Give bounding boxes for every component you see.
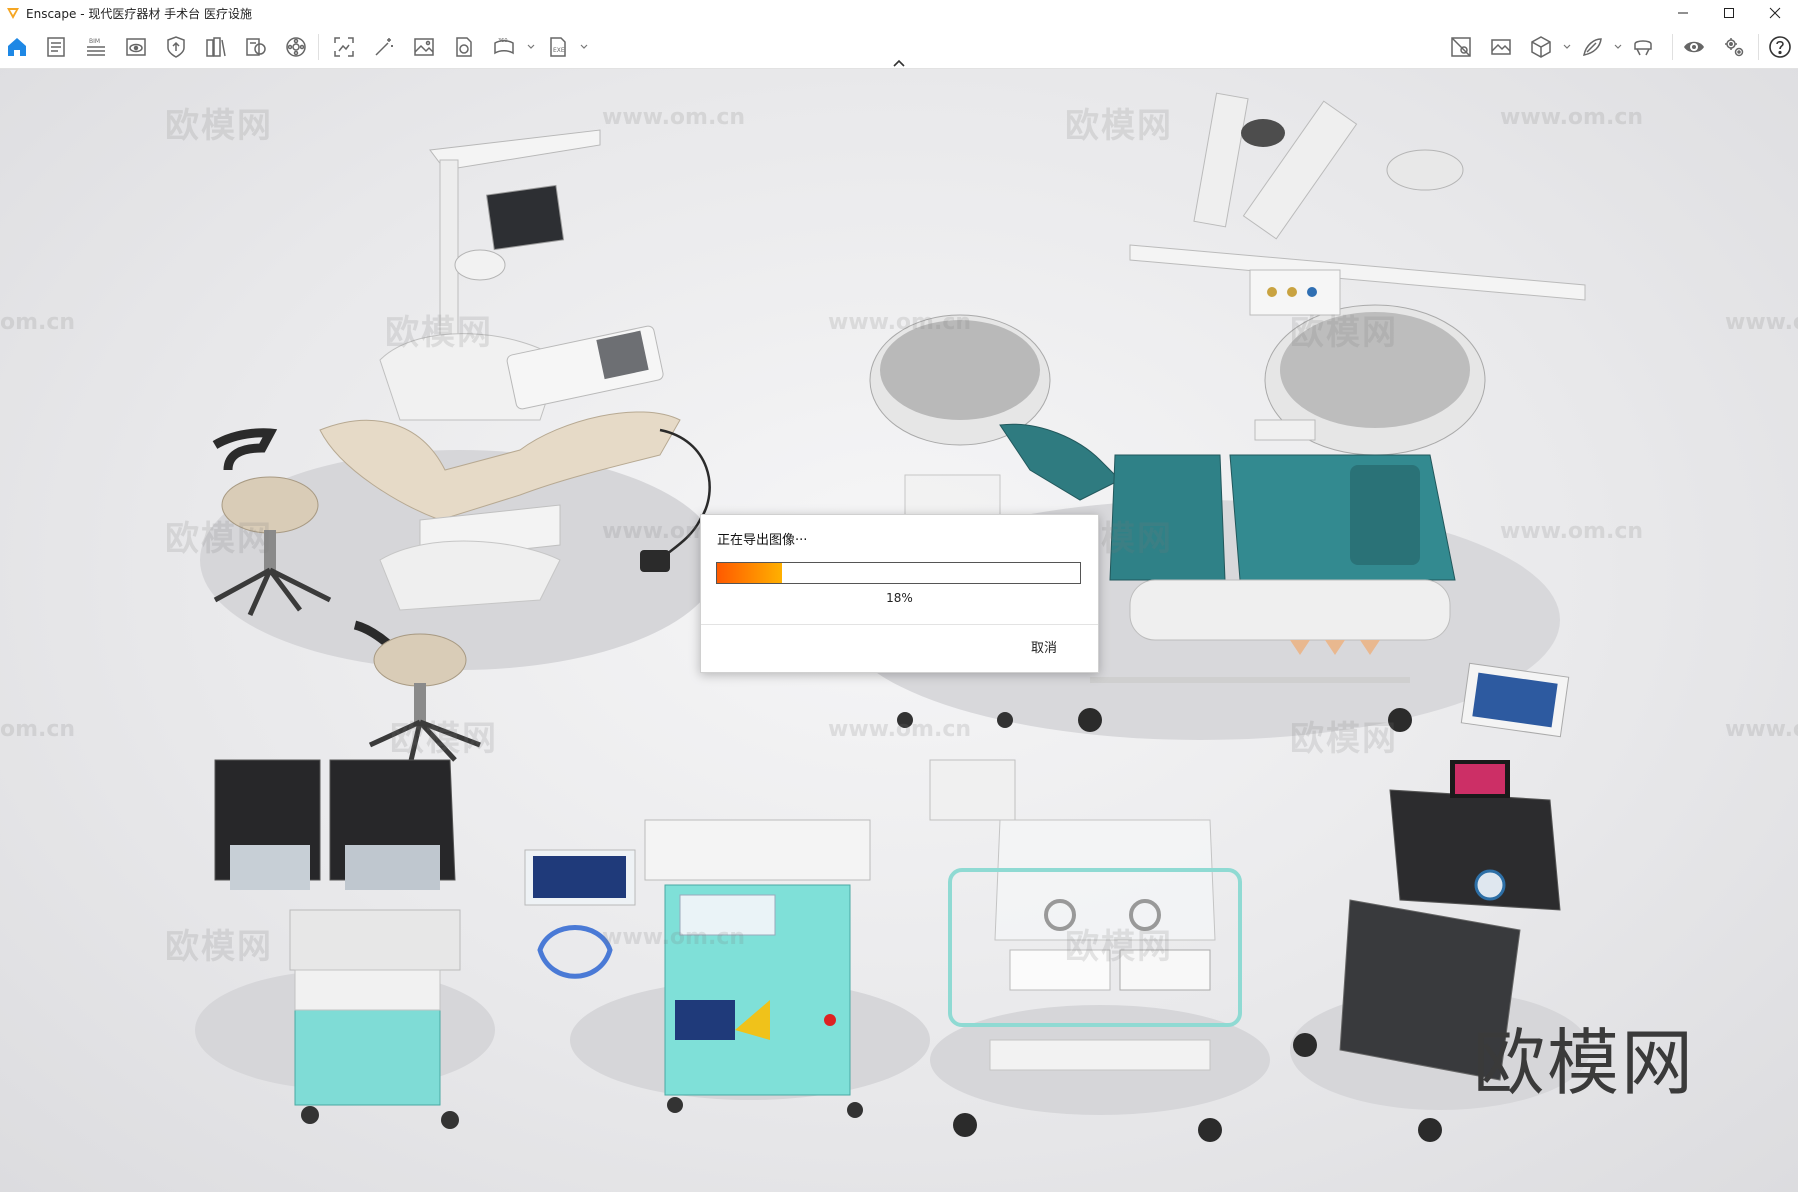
progress-percent: 18%: [886, 591, 913, 605]
watermark-url: om.cn: [0, 717, 76, 742]
enscape-logo-icon: [7, 8, 19, 19]
minimize-button[interactable]: [1660, 0, 1706, 26]
video-button[interactable]: [450, 33, 478, 61]
watermark-url: www.om.cn: [1500, 105, 1644, 130]
cube-dropdown-chevron-icon[interactable]: [1562, 42, 1572, 52]
dialog-divider: [701, 624, 1098, 625]
help-button[interactable]: [1766, 33, 1794, 61]
magic-wand-icon: [375, 38, 393, 56]
watermark-url: www.om.cn: [828, 310, 972, 335]
panorama-360-icon: 360: [494, 38, 514, 55]
views-button[interactable]: [122, 33, 150, 61]
progress-fill: [717, 563, 783, 583]
settings-wheel-button[interactable]: [282, 33, 310, 61]
export-button[interactable]: EXE: [544, 33, 572, 61]
close-button[interactable]: [1752, 0, 1798, 26]
watermark-url: www.om.cn: [1500, 519, 1644, 544]
image-icon: [414, 38, 434, 56]
watermark-url: www.o: [1725, 310, 1798, 335]
cube-icon: [1531, 36, 1551, 58]
map-icon: [1451, 37, 1471, 57]
eye-icon: [1684, 41, 1704, 53]
gallery-icon: [1491, 39, 1511, 55]
vr-headset-icon: [1634, 40, 1652, 56]
export-icon: EXE: [550, 37, 566, 57]
maximize-button[interactable]: [1706, 0, 1752, 26]
svg-text:BIM: BIM: [89, 38, 100, 45]
library-icon: [206, 37, 226, 57]
screenshot-icon: [334, 37, 354, 57]
gallery-button[interactable]: [1487, 33, 1515, 61]
watermark-url: www.om.cn: [828, 717, 972, 742]
minimize-icon: [1678, 12, 1688, 14]
library-button[interactable]: [202, 33, 230, 61]
window-title: Enscape - 现代医疗器材 手术台 医疗设施: [26, 6, 252, 21]
watermark-url: www.om.cn: [602, 925, 746, 950]
views-icon: [126, 38, 146, 56]
watermark: 欧模网: [165, 927, 273, 967]
watermark: 欧模网: [1290, 719, 1398, 759]
material-button[interactable]: [242, 33, 270, 61]
upload-icon: [167, 36, 185, 58]
export-progress-bar: [716, 562, 1081, 584]
panorama-dropdown-chevron-icon[interactable]: [526, 42, 536, 52]
material-icon: [246, 38, 266, 56]
panorama-360-button[interactable]: 360: [490, 33, 518, 61]
watermark: 欧模网: [390, 719, 498, 759]
home-button[interactable]: [3, 33, 31, 61]
gears-icon: [1725, 38, 1744, 57]
sketch-icon: [1583, 38, 1602, 56]
maximize-icon: [1724, 8, 1734, 18]
upload-button[interactable]: [162, 33, 190, 61]
notes-button[interactable]: [42, 33, 70, 61]
export-progress-dialog: 正在导出图像··· 18% 取消: [700, 514, 1099, 673]
magic-wand-button[interactable]: [370, 33, 398, 61]
toolbar-divider-help: [1758, 34, 1759, 60]
svg-text:EXE: EXE: [553, 47, 565, 54]
corner-watermark: 欧模网: [1473, 1021, 1696, 1105]
eye-button[interactable]: [1680, 33, 1708, 61]
vr-headset-button[interactable]: [1629, 33, 1657, 61]
collapse-toolbar-chevron-icon[interactable]: [891, 58, 907, 68]
help-icon: [1769, 36, 1791, 58]
watermark: 欧模网: [1290, 313, 1398, 353]
notes-icon: [47, 37, 65, 57]
settings-wheel-icon: [286, 37, 306, 57]
watermark-url: www.om.cn: [602, 105, 746, 130]
watermark: 欧模网: [385, 313, 493, 353]
bim-icon: BIM: [87, 38, 105, 56]
sketch-dropdown-chevron-icon[interactable]: [1613, 42, 1623, 52]
watermark: 欧模网: [165, 106, 273, 146]
bim-button[interactable]: BIM: [82, 33, 110, 61]
video-icon: [456, 37, 472, 57]
watermark: 欧模网: [1065, 106, 1173, 146]
image-button[interactable]: [410, 33, 438, 61]
gears-button[interactable]: [1720, 33, 1748, 61]
screenshot-button[interactable]: [330, 33, 358, 61]
window-controls: [1660, 0, 1798, 26]
sketch-button[interactable]: [1578, 33, 1606, 61]
watermark-url: www.o: [1725, 717, 1798, 742]
watermark: 欧模网: [1065, 927, 1173, 967]
toolbar-divider: [318, 34, 319, 60]
toolbar-divider-right: [1672, 34, 1673, 60]
watermark: 欧模网: [165, 519, 273, 559]
home-icon: [8, 38, 26, 56]
map-button[interactable]: [1447, 33, 1475, 61]
dialog-title: 正在导出图像···: [717, 533, 808, 548]
watermark-url: om.cn: [0, 310, 76, 335]
cube-button[interactable]: [1527, 33, 1555, 61]
export-dropdown-chevron-icon[interactable]: [579, 42, 589, 52]
svg-text:360: 360: [498, 38, 508, 44]
cancel-button[interactable]: 取消: [1031, 637, 1057, 656]
surgical-lights: [869, 92, 1586, 456]
title-bar: Enscape - 现代医疗器材 手术台 医疗设施: [0, 0, 1798, 26]
close-icon: [1769, 7, 1781, 19]
anesthesia-machine: [524, 819, 871, 1118]
